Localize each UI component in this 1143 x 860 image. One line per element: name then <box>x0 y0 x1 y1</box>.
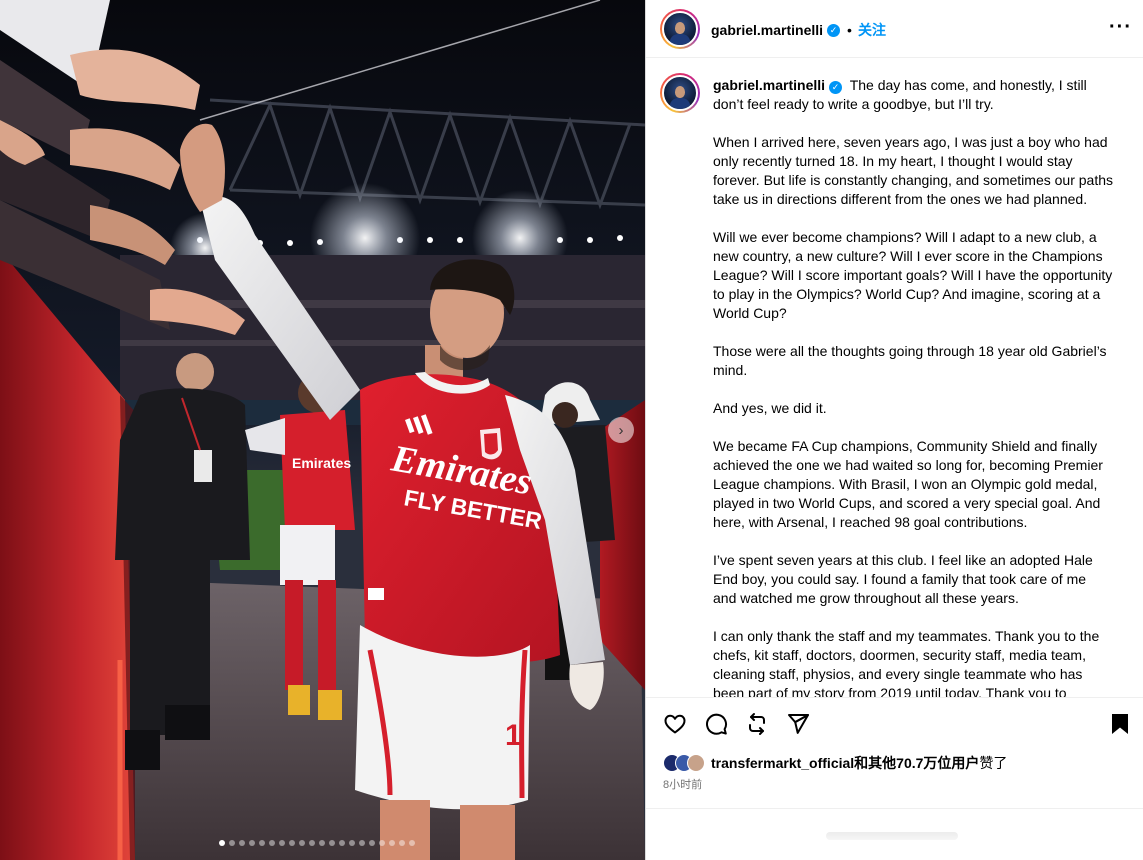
caption-paragraph: And yes, we did it. <box>713 400 827 416</box>
carousel-dot <box>408 840 415 846</box>
carousel-dot <box>358 840 365 846</box>
caption-area[interactable]: gabriel.martinelli ✓ The day has come, an… <box>646 59 1143 697</box>
separator: • <box>847 22 852 38</box>
carousel-dot <box>248 840 255 846</box>
carousel-dot <box>378 840 385 846</box>
carousel-dot <box>258 840 265 846</box>
share-send-icon[interactable] <box>786 712 810 736</box>
likes-count[interactable]: 和其他70.7万位用户 <box>854 753 979 773</box>
post-sidebar: gabriel.martinelli ✓ • 关注 ··· gabriel.ma… <box>645 0 1143 860</box>
caption-paragraph: I’ve spent seven years at this club. I f… <box>713 552 1093 606</box>
carousel-dot <box>308 840 315 846</box>
carousel-dot <box>268 840 275 846</box>
verified-badge-icon: ✓ <box>829 81 843 94</box>
comment-input-area[interactable] <box>646 808 1143 860</box>
verified-badge-icon: ✓ <box>827 23 841 37</box>
author-username[interactable]: gabriel.martinelli <box>711 22 823 38</box>
caption-paragraph: Will we ever become champions? Will I ad… <box>713 229 1113 321</box>
likes-suffix: 赞了 <box>979 755 1008 771</box>
like-heart-icon[interactable] <box>663 712 687 736</box>
post-photo[interactable]: Emirates Emirates FLY BETTER 1 › <box>0 0 645 860</box>
caption-paragraph: gabriel.martinelli ✓ The day has come, an… <box>713 76 1113 114</box>
loading-placeholder <box>826 832 958 840</box>
liker-username[interactable]: transfermarkt_official <box>711 755 854 771</box>
carousel-dot <box>318 840 325 846</box>
carousel-dot <box>238 840 245 846</box>
more-options-icon[interactable]: ··· <box>1109 17 1132 37</box>
carousel-dot <box>288 840 295 846</box>
carousel-dot <box>338 840 345 846</box>
photo-illustration: Emirates Emirates FLY BETTER 1 <box>0 0 645 860</box>
likes-summary[interactable]: transfermarkt_official 和其他70.7万位用户 赞了 <box>663 753 1007 773</box>
repost-icon[interactable] <box>745 712 769 736</box>
liker-avatars <box>663 754 705 772</box>
carousel-dot <box>368 840 375 846</box>
carousel-dot <box>388 840 395 846</box>
actions-bar: transfermarkt_official 和其他70.7万位用户 赞了 8小时前 <box>646 697 1143 809</box>
carousel-dot <box>298 840 305 846</box>
carousel-dot <box>348 840 355 846</box>
liker-avatar <box>687 754 705 772</box>
caption-author-username[interactable]: gabriel.martinelli <box>713 77 825 93</box>
carousel-dot <box>278 840 285 846</box>
post-timestamp[interactable]: 8小时前 <box>663 776 702 792</box>
caption-paragraph: When I arrived here, seven years ago, I … <box>713 134 1113 207</box>
bookmark-icon[interactable] <box>1108 712 1132 736</box>
svg-text:Emirates: Emirates <box>292 455 351 471</box>
caption-author-avatar[interactable] <box>660 73 700 113</box>
carousel-dots <box>0 840 645 846</box>
carousel-dot <box>328 840 335 846</box>
follow-button[interactable]: 关注 <box>858 20 886 40</box>
caption-paragraph: We became FA Cup champions, Community Sh… <box>713 438 1103 530</box>
svg-text:1: 1 <box>505 719 522 752</box>
caption-paragraph: I can only thank the staff and my teamma… <box>713 628 1100 697</box>
author-avatar[interactable] <box>660 9 700 49</box>
chevron-right-icon[interactable]: › <box>608 417 634 443</box>
post-header: gabriel.martinelli ✓ • 关注 ··· <box>646 0 1143 58</box>
caption-paragraph: Those were all the thoughts going throug… <box>713 343 1107 378</box>
comment-icon[interactable] <box>704 712 728 736</box>
carousel-dot <box>398 840 405 846</box>
carousel-dot <box>228 840 235 846</box>
carousel-dot <box>218 840 225 846</box>
post-caption: gabriel.martinelli ✓ The day has come, an… <box>713 76 1113 697</box>
